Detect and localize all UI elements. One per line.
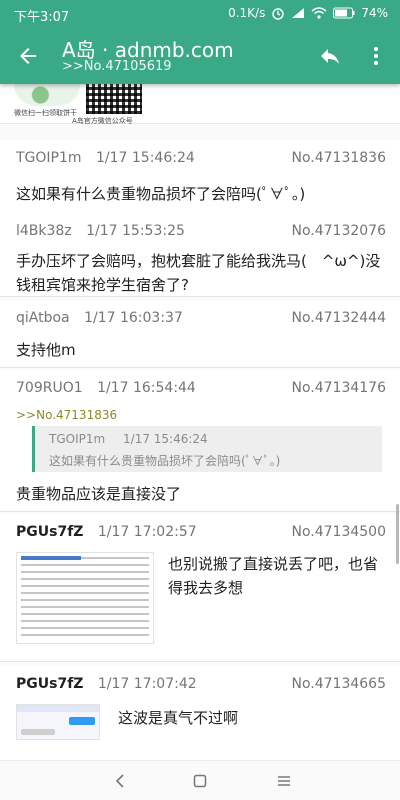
post-number[interactable]: No.47131836 bbox=[292, 150, 387, 166]
post-header: qiAtboa 1/17 16:03:37 bbox=[16, 310, 183, 326]
quoted-uid: TGOIP1m bbox=[49, 432, 106, 446]
thumbnail-bubble bbox=[69, 717, 95, 725]
post-time: 1/17 17:07:42 bbox=[97, 676, 197, 692]
post-uid[interactable]: 709RUO1 bbox=[16, 380, 83, 396]
post-header: TGOIP1m 1/17 15:46:24 bbox=[16, 150, 195, 166]
post-content: 这如果有什么贵重物品损坏了会陪吗(ﾟ∀ﾟ。) bbox=[16, 185, 306, 203]
quoted-header: TGOIP1m 1/17 15:46:24 bbox=[49, 432, 222, 446]
post-header: PGUs7fZ 1/17 17:07:42 bbox=[16, 676, 197, 692]
reply-post[interactable]: l4Bk38z 1/17 15:53:25 No.47132076 手办压坏了会… bbox=[0, 213, 400, 297]
qr-banner: 微信扫一扫领取饼干 A岛官方微信公众号 bbox=[0, 84, 400, 126]
post-number[interactable]: No.47134176 bbox=[292, 380, 387, 396]
post-image-thumbnail[interactable] bbox=[16, 704, 100, 740]
wechat-qr-image bbox=[14, 84, 80, 106]
reply-button[interactable] bbox=[310, 36, 350, 76]
reply-post[interactable]: qiAtboa 1/17 16:03:37 No.47132444 支持他m bbox=[0, 300, 400, 368]
post-content: 支持他m bbox=[16, 341, 76, 359]
back-button[interactable] bbox=[8, 36, 48, 76]
network-speed: 0.1K/s bbox=[228, 6, 266, 20]
system-nav-bar bbox=[0, 760, 400, 800]
qr-right: A岛官方微信公众号 bbox=[72, 84, 142, 126]
post-time: 1/17 16:03:37 bbox=[84, 310, 183, 326]
post-content: 贵重物品应该是直接没了 bbox=[16, 485, 182, 503]
app-bar: 下午3:07 0.1K/s 74% A岛 · adnmb.com >>No.47… bbox=[0, 0, 400, 84]
qr-left-caption: 微信扫一扫领取饼干 bbox=[14, 109, 77, 117]
nav-menu-button[interactable] bbox=[254, 761, 314, 800]
post-uid[interactable]: TGOIP1m bbox=[16, 150, 82, 166]
thumbnail-header bbox=[17, 705, 99, 712]
status-time: 下午3:07 bbox=[14, 10, 70, 25]
post-uid[interactable]: l4Bk38z bbox=[16, 223, 72, 239]
battery-level: 74% bbox=[361, 6, 388, 20]
reply-post[interactable]: PGUs7fZ 1/17 17:07:42 No.47134665 这波是真气不… bbox=[0, 666, 400, 760]
nav-menu-icon bbox=[278, 776, 290, 786]
post-number[interactable]: No.47134500 bbox=[292, 524, 387, 540]
post-time: 1/17 15:46:24 bbox=[96, 150, 195, 166]
nav-back-button[interactable] bbox=[90, 761, 150, 800]
post-number[interactable]: No.47134665 bbox=[292, 676, 387, 692]
toolbar: A岛 · adnmb.com >>No.47105619 bbox=[0, 28, 400, 84]
post-content: 也别说搬了直接说丢了吧，也省得我去多想 bbox=[168, 555, 379, 597]
wifi-icon bbox=[311, 7, 327, 19]
post-content: 这波是真气不过啊 bbox=[118, 709, 239, 727]
alarm-icon bbox=[272, 8, 285, 20]
more-button[interactable] bbox=[356, 36, 396, 76]
post-uid[interactable]: PGUs7fZ bbox=[16, 524, 83, 540]
quoted-time: 1/17 15:46:24 bbox=[123, 432, 208, 446]
qr-right-caption: A岛官方微信公众号 bbox=[72, 117, 133, 125]
status-bar: 下午3:07 0.1K/s 74% bbox=[0, 0, 400, 28]
quoted-post[interactable]: TGOIP1m 1/17 15:46:24 这如果有什么贵重物品损坏了会陪吗(ﾟ… bbox=[32, 426, 382, 472]
post-content: 手办压坏了会赔吗，抱枕套脏了能给我洗马( ^ω^)没钱租宾馆来抢学生宿舍了? bbox=[16, 252, 381, 294]
post-header: l4Bk38z 1/17 15:53:25 bbox=[16, 223, 185, 239]
quoted-content: 这如果有什么贵重物品损坏了会陪吗(ﾟ∀ﾟ。) bbox=[49, 454, 281, 468]
thumbnail-text-lines bbox=[21, 557, 149, 637]
post-uid[interactable]: qiAtboa bbox=[16, 310, 70, 326]
status-right: 0.1K/s 74% bbox=[228, 6, 388, 20]
reply-feed[interactable]: 微信扫一扫领取饼干 A岛官方微信公众号 TGOIP1m 1/17 15:46:2… bbox=[0, 84, 400, 760]
reply-post[interactable]: 709RUO1 1/17 16:54:44 No.47134176 >>No.4… bbox=[0, 370, 400, 512]
thumbnail-heading bbox=[21, 556, 81, 560]
signal-icon bbox=[292, 8, 305, 18]
post-number[interactable]: No.47132076 bbox=[292, 223, 387, 239]
post-image-thumbnail[interactable] bbox=[16, 552, 154, 644]
thread-link[interactable]: >>No.47105619 bbox=[62, 59, 172, 74]
back-arrow-icon bbox=[20, 48, 36, 64]
post-number[interactable]: No.47132444 bbox=[292, 310, 387, 326]
post-time: 1/17 16:54:44 bbox=[97, 380, 196, 396]
more-vert-icon bbox=[374, 47, 378, 65]
reply-icon bbox=[321, 49, 339, 64]
post-time: 1/17 17:02:57 bbox=[97, 524, 197, 540]
thumbnail-bubble bbox=[21, 729, 55, 735]
post-header: 709RUO1 1/17 16:54:44 bbox=[16, 380, 196, 396]
quote-link[interactable]: >>No.47131836 bbox=[16, 408, 117, 422]
nav-home-button[interactable] bbox=[170, 761, 230, 800]
post-header: PGUs7fZ 1/17 17:02:57 bbox=[16, 524, 197, 540]
nav-back-icon bbox=[115, 774, 124, 788]
official-qr-image bbox=[86, 84, 142, 114]
battery-icon bbox=[333, 7, 355, 19]
qr-left: 微信扫一扫领取饼干 bbox=[14, 84, 80, 118]
post-time: 1/17 15:53:25 bbox=[86, 223, 185, 239]
nav-home-icon bbox=[193, 774, 207, 788]
reply-post[interactable]: PGUs7fZ 1/17 17:02:57 No.47134500 也别说搬了直… bbox=[0, 514, 400, 662]
scrollbar[interactable] bbox=[396, 504, 399, 564]
reply-post[interactable]: TGOIP1m 1/17 15:46:24 No.47131836 这如果有什么… bbox=[0, 140, 400, 220]
post-uid[interactable]: PGUs7fZ bbox=[16, 676, 83, 692]
